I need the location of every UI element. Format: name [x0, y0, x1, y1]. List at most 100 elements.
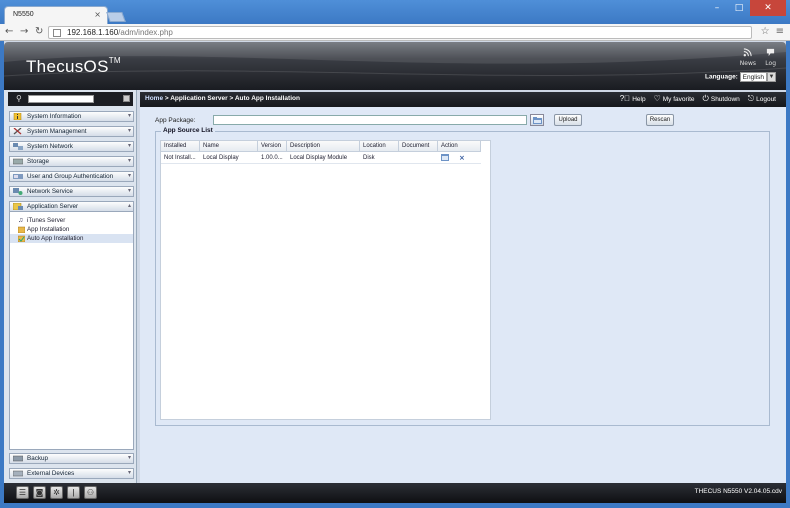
users-icon — [13, 174, 23, 179]
tab-close-icon[interactable]: × — [94, 10, 101, 19]
news-button[interactable]: News — [740, 48, 756, 67]
network-tree-icon[interactable]: ⚇ — [84, 486, 97, 499]
thecus-logo: ThecusOSTM — [26, 56, 121, 76]
menu-user-group-authentication[interactable]: User and Group Authentication ▾ — [9, 171, 134, 182]
bottom-taskbar: ☰ ◙ ✲ ǀ ⚇ THECUS N5550 V2.04.05.cdv — [4, 483, 786, 503]
chevron-down-icon: ▾ — [127, 188, 131, 194]
shutdown-button[interactable]: ⏻ Shutdown — [703, 95, 740, 103]
column-installed[interactable]: Installed — [161, 141, 200, 152]
external-device-icon — [13, 470, 23, 477]
cell-version: 1.00.0... — [261, 155, 283, 161]
search-icon: ⚲ — [16, 94, 22, 103]
reload-icon[interactable]: ↻ — [35, 26, 43, 38]
storage-icon — [13, 158, 23, 165]
bookmark-star-icon[interactable]: ☆ — [761, 26, 770, 37]
chevron-down-icon[interactable]: ▼ — [767, 72, 776, 82]
info-icon — [13, 113, 22, 120]
delete-action-icon[interactable]: × — [459, 154, 465, 162]
app-server-icon — [13, 203, 23, 210]
minimize-icon[interactable]: – — [706, 0, 728, 16]
my-favorite-button[interactable]: ♡ My favorite — [654, 95, 695, 103]
column-version[interactable]: Version — [258, 141, 287, 152]
language-select[interactable]: English — [739, 72, 767, 82]
app-package-input[interactable] — [213, 115, 527, 125]
browser-tab-bar: N5550 × – □ ✕ — [0, 0, 790, 24]
breadcrumb-home-link[interactable]: Home — [145, 95, 163, 102]
news-label: News — [739, 60, 756, 67]
breadcrumb-actions: ?⃝ Help ♡ My favorite ⏻ Shutdown ⎋ Logout — [620, 95, 776, 103]
menu-system-network[interactable]: System Network ▾ — [9, 141, 134, 152]
network-icon — [13, 143, 23, 150]
menu-backup[interactable]: Backup ▾ — [9, 453, 134, 464]
menu-system-information[interactable]: System Information ▾ — [9, 111, 134, 122]
maximize-icon[interactable]: □ — [728, 0, 750, 16]
chevron-down-icon: ▾ — [127, 128, 131, 134]
menu-application-server[interactable]: Application Server ▴ — [9, 201, 134, 212]
thermometer-icon[interactable]: ǀ — [67, 486, 80, 499]
menu-external-devices[interactable]: External Devices ▾ — [9, 468, 134, 479]
power-icon: ⏻ — [702, 94, 709, 103]
column-description[interactable]: Description — [287, 141, 360, 152]
cell-location: Disk — [363, 155, 375, 161]
tools-icon — [13, 128, 22, 135]
firmware-version: THECUS N5550 V2.04.05.cdv — [694, 488, 782, 495]
window-border-bottom — [0, 503, 790, 508]
close-window-icon[interactable]: ✕ — [750, 0, 786, 16]
camera-icon[interactable]: ◙ — [33, 486, 46, 499]
chevron-down-icon: ▾ — [127, 158, 131, 164]
sidebar-item-auto-app-installation[interactable]: Auto App Installation — [10, 234, 133, 243]
window-controls: – □ ✕ — [706, 0, 786, 18]
browse-button[interactable] — [530, 114, 544, 126]
list-view-icon[interactable]: ☰ — [16, 486, 29, 499]
service-icon — [13, 188, 23, 195]
rescan-button[interactable]: Rescan — [646, 114, 674, 126]
menu-storage[interactable]: Storage ▾ — [9, 156, 134, 167]
sidebar-item-app-installation[interactable]: App Installation — [10, 225, 133, 234]
breadcrumb-bar: Home > Application Server > Auto App Ins… — [140, 92, 786, 107]
sidebar-search-input[interactable] — [28, 95, 94, 103]
search-go-button[interactable] — [123, 95, 130, 102]
forward-icon[interactable]: → — [20, 26, 28, 38]
language-selector: Language: English ▼ — [705, 72, 776, 82]
new-tab-button[interactable] — [106, 12, 126, 22]
cell-description: Local Display Module — [290, 155, 348, 161]
column-document[interactable]: Document — [399, 141, 438, 152]
chevron-down-icon: ▾ — [127, 455, 131, 461]
log-label: Log — [765, 60, 776, 67]
column-action[interactable]: Action — [438, 141, 481, 152]
log-button[interactable]: Log — [765, 48, 776, 67]
menu-icon[interactable]: ≡ — [776, 26, 784, 37]
menu-network-service[interactable]: Network Service ▾ — [9, 186, 134, 197]
backup-icon — [13, 455, 23, 462]
app-source-grid: Installed Name Version Description Locat… — [160, 140, 491, 420]
folder-browse-icon — [532, 117, 542, 124]
window-border-right — [786, 41, 790, 503]
heart-icon: ♡ — [653, 94, 661, 103]
main-content: App Package: Upload Rescan App Source Li… — [140, 107, 786, 483]
app-package-label: App Package: — [155, 117, 196, 124]
chat-bubble-icon — [765, 48, 776, 60]
column-name[interactable]: Name — [200, 141, 258, 152]
chevron-down-icon: ▾ — [127, 173, 131, 179]
column-location[interactable]: Location — [360, 141, 399, 152]
chevron-down-icon: ▾ — [127, 113, 131, 119]
cell-name: Local Display — [203, 155, 239, 161]
tab-title: N5550 — [13, 11, 34, 18]
browser-tab[interactable]: N5550 × — [4, 6, 108, 24]
back-icon[interactable]: ← — [5, 26, 13, 38]
url-path: /adm/index.php — [118, 28, 173, 37]
upload-button[interactable]: Upload — [554, 114, 582, 126]
fan-icon[interactable]: ✲ — [50, 486, 63, 499]
sidebar-item-itunes-server[interactable]: ♫ iTunes Server — [10, 216, 133, 225]
help-icon: ?⃝ — [619, 94, 631, 103]
cell-installed: Not Install... — [164, 155, 196, 161]
app-header: ThecusOSTM News Log Language: English ▼ — [4, 42, 786, 90]
cell-document — [399, 153, 438, 163]
help-button[interactable]: ?⃝ Help — [620, 95, 646, 103]
logout-button[interactable]: ⎋ Logout — [748, 95, 776, 103]
package-icon — [18, 226, 25, 233]
address-bar[interactable]: 192.168.1.160/adm/index.php — [48, 26, 752, 39]
menu-system-management[interactable]: System Management ▾ — [9, 126, 134, 137]
logout-icon: ⎋ — [747, 94, 755, 103]
install-action-icon[interactable] — [441, 154, 449, 161]
